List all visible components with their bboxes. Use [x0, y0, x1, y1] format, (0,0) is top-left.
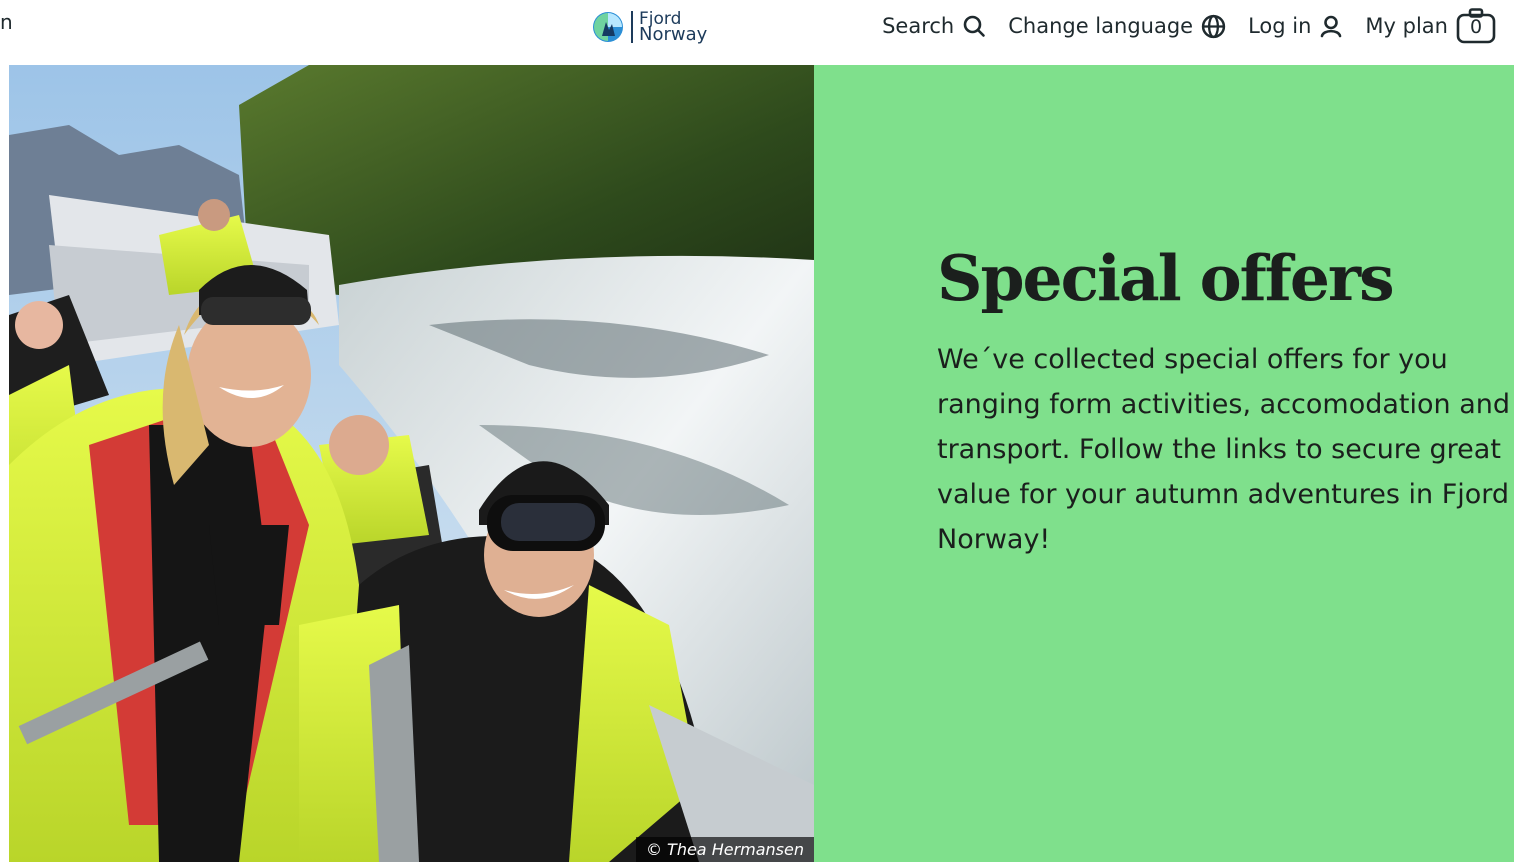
search-icon — [963, 15, 986, 37]
my-plan-label: My plan — [1365, 14, 1448, 38]
plan-bag: 0 — [1456, 8, 1496, 44]
user-icon — [1321, 15, 1342, 38]
hero-image: © Thea Hermansen — [9, 65, 814, 862]
page-title: Special offers — [937, 241, 1395, 315]
search-label: Search — [882, 14, 955, 38]
photo-credit: © Thea Hermansen — [635, 837, 814, 862]
top-nav: Search Change language Log in My plan 0 — [882, 4, 1496, 48]
logo-line-2: Norway — [639, 24, 708, 45]
site-header: n Fjord Norway Search Change language Lo… — [0, 0, 1514, 64]
search-button[interactable]: Search — [882, 14, 986, 38]
rib-boat-photo — [9, 65, 814, 862]
my-plan-button[interactable]: My plan 0 — [1365, 8, 1496, 44]
log-in-label: Log in — [1248, 14, 1312, 38]
change-language-button[interactable]: Change language — [1008, 14, 1226, 39]
logo-divider — [631, 11, 633, 43]
intro-paragraph: We´ve collected special offers for you r… — [937, 344, 1511, 555]
change-language-label: Change language — [1008, 14, 1194, 38]
plan-count-badge: 0 — [1469, 16, 1483, 38]
fjord-norway-logo-icon — [593, 12, 623, 42]
menu-label-cropped[interactable]: n — [0, 10, 13, 34]
logo-wordmark: Fjord Norway — [639, 11, 708, 45]
special-offers-panel: Special offers We´ve collected special o… — [814, 65, 1514, 862]
globe-icon — [1201, 14, 1226, 38]
log-in-button[interactable]: Log in — [1248, 14, 1343, 38]
site-logo[interactable]: Fjord Norway — [591, 8, 707, 46]
